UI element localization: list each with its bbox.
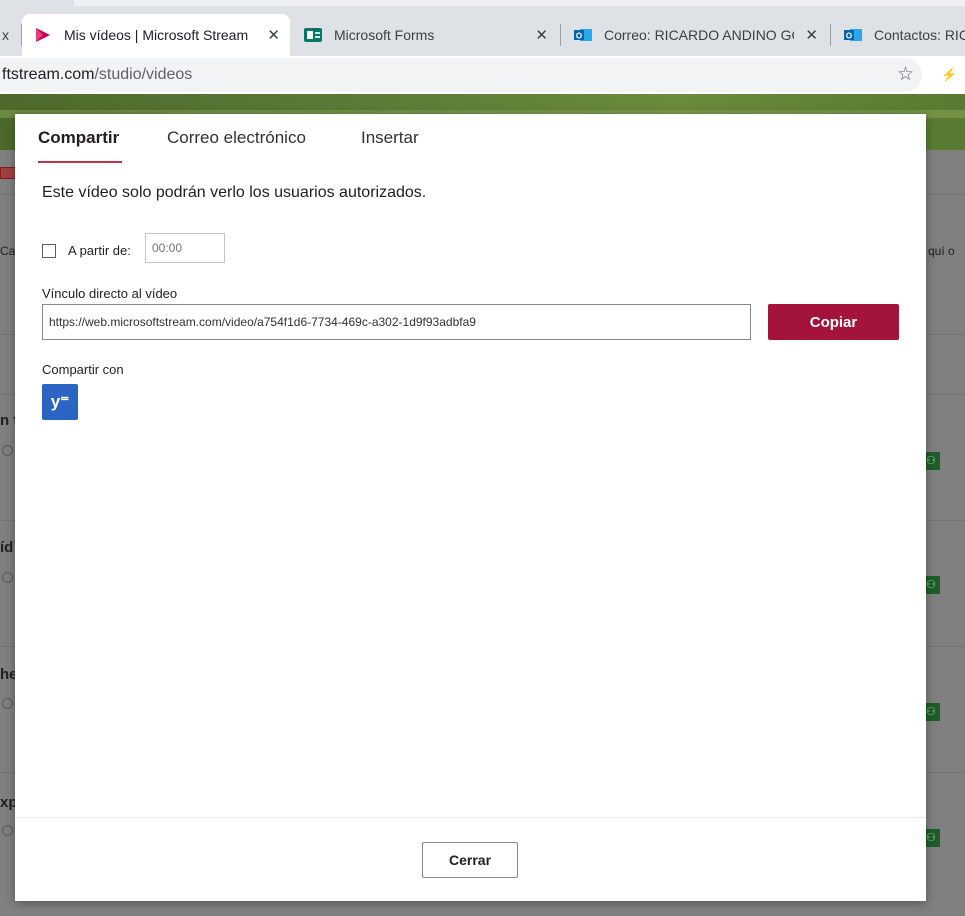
tab-correo-electronico[interactable]: Correo electrónico: [167, 128, 306, 148]
bg-fragment: íd: [0, 539, 14, 556]
browser-toolbar: ftstream.com/studio/videos ☆ ⚡: [0, 56, 965, 94]
tab-forms[interactable]: Microsoft Forms ✕: [292, 14, 558, 56]
tab-title: x: [2, 27, 9, 43]
share-with-label: Compartir con: [42, 362, 124, 377]
footer-divider: [15, 817, 926, 818]
url-path: /studio/videos: [94, 66, 193, 83]
tab-stream[interactable]: Mis vídeos | Microsoft Stream ✕: [22, 14, 290, 56]
svg-text:O: O: [576, 32, 582, 41]
start-at-label: A partir de:: [68, 243, 131, 258]
start-at-checkbox[interactable]: [42, 244, 56, 258]
tab-title: Mis vídeos | Microsoft Stream: [64, 27, 249, 43]
close-tab-icon[interactable]: ✕: [805, 26, 818, 44]
tab-title: Microsoft Forms: [334, 27, 435, 43]
tab-previous[interactable]: x: [0, 14, 20, 56]
address-bar[interactable]: ftstream.com/studio/videos ☆: [0, 58, 922, 92]
tab-title: Contactos: RIC: [874, 27, 965, 43]
active-tab-indicator: [38, 161, 122, 163]
tab-compartir[interactable]: Compartir: [38, 128, 119, 148]
play-icon: [2, 445, 13, 456]
direct-link-label: Vínculo directo al vídeo: [42, 286, 178, 301]
tab-title: Correo: RICARDO ANDINO GO: [604, 27, 794, 43]
stream-icon: [36, 28, 50, 42]
tab-separator: [560, 24, 561, 46]
play-icon: [2, 698, 13, 709]
url-host: ftstream.com: [2, 66, 95, 83]
tab-contacts[interactable]: O Contactos: RIC: [832, 14, 965, 56]
tab-insertar[interactable]: Insertar: [361, 128, 419, 148]
extension-icon[interactable]: ⚡: [941, 67, 957, 83]
tab-separator: [830, 24, 831, 46]
close-tab-icon[interactable]: ✕: [535, 26, 548, 44]
share-dialog: Compartir Correo electrónico Insertar Es…: [15, 114, 926, 901]
tab-mail[interactable]: O Correo: RICARDO ANDINO GO ✕: [562, 14, 828, 56]
close-tab-icon[interactable]: ✕: [267, 26, 280, 44]
svg-text:O: O: [846, 32, 852, 41]
permission-notice: Este vídeo solo podrán verlo los usuario…: [42, 184, 427, 201]
play-icon: [2, 572, 13, 583]
copy-button[interactable]: Copiar: [768, 304, 899, 340]
badge-icon: [0, 167, 16, 179]
start-time-input[interactable]: [145, 233, 225, 263]
bg-fragment: quí o: [928, 244, 955, 258]
yammer-share-button[interactable]: y⁼: [42, 384, 78, 420]
outlook-icon: O: [574, 29, 592, 41]
star-icon[interactable]: ☆: [897, 63, 914, 86]
direct-link-field[interactable]: [42, 304, 751, 340]
tab-strip-highlight: [74, 0, 965, 6]
bg-fragment: Ca: [0, 244, 16, 258]
outlook-icon: O: [844, 29, 862, 41]
tab-strip: x Mis vídeos | Microsoft Stream ✕ Micros…: [0, 0, 965, 56]
play-icon: [2, 825, 13, 836]
close-button[interactable]: Cerrar: [422, 842, 518, 878]
forms-icon: [304, 28, 322, 42]
yammer-icon: y⁼: [50, 392, 70, 411]
